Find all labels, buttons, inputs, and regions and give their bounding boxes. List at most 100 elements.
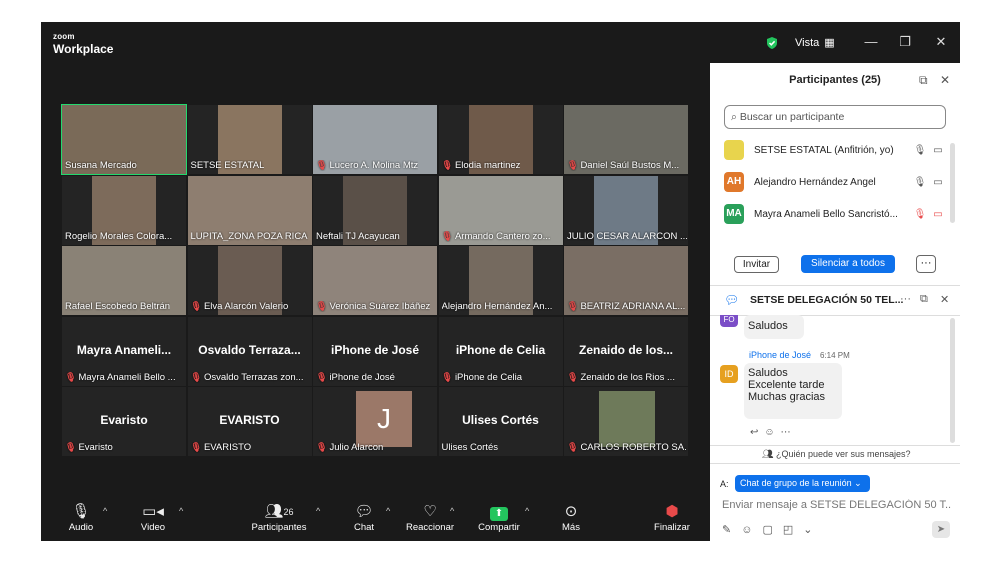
- restore-icon[interactable]: ❐: [896, 33, 914, 51]
- view-button[interactable]: Vista ▦: [795, 36, 835, 50]
- invite-button[interactable]: Invitar: [734, 256, 779, 273]
- reply-icon[interactable]: ↩: [750, 427, 764, 438]
- microphone-icon[interactable]: 🎙︎: [912, 177, 928, 188]
- chat-button[interactable]: 💬︎ Chat: [349, 502, 379, 533]
- participant-tile[interactable]: 🎙︎ Elva Alarcón Valerio: [187, 246, 312, 315]
- participant-row[interactable]: AH Alejandro Hernández Angel 🎙︎ ▭: [724, 170, 946, 194]
- emoji-reaction-icon[interactable]: ☺: [764, 427, 780, 438]
- camera-icon[interactable]: ▭: [930, 145, 946, 156]
- chat-bubble-icon: 💬︎: [354, 503, 374, 520]
- tools-chevron-icon[interactable]: ⌄: [803, 524, 822, 536]
- mic-muted-icon: 🎙︎: [316, 442, 328, 452]
- message-actions[interactable]: ↩☺⋯: [750, 427, 797, 438]
- participant-tile[interactable]: Ulises Cortés Ulises Cortés: [438, 387, 563, 456]
- more-options-button[interactable]: ···: [916, 255, 936, 273]
- participant-tile[interactable]: Rafael Escobedo Beltrán: [62, 246, 186, 315]
- participant-tile[interactable]: 🎙︎ Elodia martinez: [438, 105, 563, 174]
- participant-tile[interactable]: Neftali TJ Acayucan: [313, 175, 437, 245]
- message-input[interactable]: Enviar mensaje a SETSE DELEGACIÓN 50 T..…: [722, 499, 952, 511]
- prev-message: Saludos: [744, 315, 804, 339]
- participant-tile[interactable]: 🎙︎ BEATRIZ ADRIANA AL...: [564, 246, 688, 315]
- participant-tile[interactable]: 🎙︎ Lucero A. Molina Mtz: [313, 105, 437, 174]
- minimize-icon[interactable]: —: [862, 33, 880, 51]
- chat-options-chevron-icon[interactable]: ^: [386, 506, 390, 516]
- participant-avatar: MA: [724, 204, 744, 224]
- participant-tile[interactable]: JULIO CESAR ALARCON ...: [564, 175, 688, 245]
- chat-more-icon[interactable]: ···: [900, 293, 911, 305]
- message-line: Muchas gracias: [748, 391, 826, 403]
- participant-tile[interactable]: iPhone de José 🎙︎ iPhone de José: [313, 316, 437, 386]
- format-icon[interactable]: ✎: [722, 524, 741, 536]
- end-meeting-button[interactable]: ⬢ Finalizar: [650, 502, 694, 533]
- video-button[interactable]: ▭◂ Video: [135, 502, 171, 533]
- share-options-chevron-icon[interactable]: ^: [525, 506, 529, 516]
- close-panel-icon[interactable]: ✕: [940, 73, 950, 87]
- pop-out-icon[interactable]: ⧉: [919, 73, 928, 88]
- emoji-icon[interactable]: ☺: [741, 524, 762, 536]
- audio-options-chevron-icon[interactable]: ^: [103, 506, 107, 516]
- participant-tile[interactable]: 🎙︎ Daniel Saúl Bustos M...: [564, 105, 688, 174]
- message-more-icon[interactable]: ⋯: [781, 427, 797, 438]
- send-icon[interactable]: ➤: [932, 521, 950, 538]
- mic-muted-icon: 🎙︎: [567, 371, 579, 382]
- mute-all-button[interactable]: Silenciar a todos: [801, 255, 895, 273]
- camera-icon[interactable]: ▭: [930, 209, 946, 220]
- file-icon[interactable]: ▢: [762, 524, 782, 536]
- participant-name: 🎙︎ iPhone de José: [316, 372, 395, 383]
- participant-tile[interactable]: iPhone de Celia 🎙︎ iPhone de Celia: [438, 316, 563, 386]
- participant-tile[interactable]: Alejandro Hernández An...: [438, 246, 563, 315]
- participants-button[interactable]: 👥︎26 Participantes: [247, 502, 311, 533]
- participant-tile[interactable]: Mayra Anameli... 🎙︎ Mayra Anameli Bello ..…: [62, 316, 186, 386]
- microphone-icon[interactable]: 🎙︎: [912, 145, 928, 156]
- participant-tile[interactable]: EVARISTO 🎙︎ EVARISTO: [187, 387, 312, 456]
- chat-title[interactable]: SETSE DELEGACIÓN 50 TEL...: [750, 294, 903, 306]
- participant-tile[interactable]: Evaristo 🎙︎ Evaristo: [62, 387, 186, 456]
- mic-muted-icon: 🎙︎: [567, 301, 579, 311]
- participant-tile[interactable]: LUPITA_ZONA POZA RICA: [187, 175, 312, 245]
- participant-tile[interactable]: Rogelio Morales Colora...: [62, 175, 186, 245]
- react-options-chevron-icon[interactable]: ^: [450, 506, 454, 516]
- participant-name-text: Rogelio Morales Colora...: [65, 230, 173, 242]
- participant-tile[interactable]: 🎙︎ CARLOS ROBERTO SA...: [564, 387, 688, 456]
- chat-close-icon[interactable]: ✕: [940, 293, 949, 306]
- chat-scrollbar[interactable]: [950, 318, 955, 443]
- participant-name-text: BEATRIZ ADRIANA AL...: [580, 301, 686, 312]
- participant-name-text: LUPITA_ZONA POZA RICA: [190, 230, 308, 242]
- participant-tile[interactable]: SETSE ESTATAL: [187, 105, 312, 174]
- participant-name-text: JULIO CESAR ALARCON ...: [567, 230, 687, 242]
- participant-name-text: CARLOS ROBERTO SA...: [580, 442, 687, 453]
- shield-icon[interactable]: [765, 36, 779, 50]
- participant-name-text: Alejandro Hernández An...: [441, 301, 553, 312]
- participant-tile[interactable]: 🎙︎ Verónica Suárez Ibáñez: [313, 246, 437, 315]
- message-sender[interactable]: iPhone de José: [749, 350, 811, 360]
- participant-tile[interactable]: Susana Mercado: [61, 104, 187, 175]
- participant-name-text: Verónica Suárez Ibáñez: [329, 301, 431, 312]
- more-button[interactable]: ⊙ Más: [556, 502, 586, 533]
- heart-icon: ♡: [423, 503, 437, 520]
- video-options-chevron-icon[interactable]: ^: [179, 506, 183, 516]
- participant-name: Alejandro Hernández An...: [442, 301, 553, 312]
- participant-search-input[interactable]: ⌕ Buscar un participante: [724, 105, 946, 129]
- participant-tile[interactable]: 🎙︎ Armando Cantero zo...: [438, 175, 563, 245]
- react-button[interactable]: ♡ Reaccionar: [405, 502, 455, 533]
- screenshot-icon[interactable]: ◰: [783, 524, 803, 536]
- participant-scrollbar[interactable]: [950, 143, 955, 223]
- participant-name-text: iPhone de José: [329, 371, 395, 383]
- mic-muted-icon: 🎙︎: [316, 160, 328, 170]
- sender-avatar: ID: [720, 365, 738, 383]
- microphone-icon[interactable]: 🎙︎: [912, 209, 928, 220]
- participant-tile[interactable]: J 🎙︎ Julio Alarcon: [313, 387, 437, 456]
- audio-button[interactable]: 🎙︎ Audio: [63, 502, 99, 533]
- participant-row[interactable]: SETSE ESTATAL (Anfitrión, yo) 🎙︎ ▭: [724, 138, 946, 162]
- chat-pop-out-icon[interactable]: ⧉: [920, 293, 928, 306]
- participant-row[interactable]: MA Mayra Anameli Bello Sancristó... 🎙︎ ▭: [724, 202, 946, 226]
- close-icon[interactable]: ✕: [932, 33, 950, 51]
- camera-icon[interactable]: ▭: [930, 177, 946, 188]
- participant-name: Susana Mercado: [65, 160, 137, 171]
- participants-options-chevron-icon[interactable]: ^: [316, 506, 320, 516]
- share-button[interactable]: ⬆ Compartir: [475, 502, 523, 533]
- recipient-dropdown[interactable]: Chat de grupo de la reunión ⌄: [735, 475, 870, 492]
- participant-tile[interactable]: Osvaldo Terraza... 🎙︎ Osvaldo Terrazas zon…: [187, 316, 312, 386]
- who-can-see-link[interactable]: 👥︎ ¿Quién puede ver sus mensajes?: [762, 449, 911, 460]
- participant-tile[interactable]: Zenaido de los... 🎙︎ Zenaido de los Rios .…: [564, 316, 688, 386]
